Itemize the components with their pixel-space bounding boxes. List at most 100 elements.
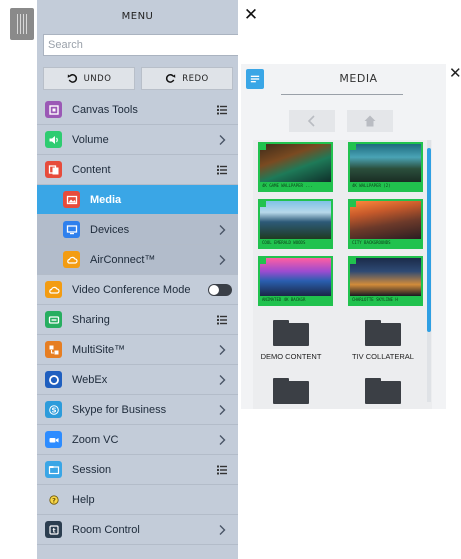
video-conference-toggle[interactable] — [208, 283, 232, 296]
chevron-left-icon — [307, 115, 315, 127]
chevron-right-icon — [219, 134, 226, 145]
scrollbar-thumb[interactable] — [427, 148, 431, 332]
open-submenu-button[interactable] — [212, 400, 232, 420]
webex-icon — [45, 371, 62, 388]
open-submenu-button[interactable] — [212, 220, 232, 240]
media-thumbnail[interactable]: CHARLOTTE SKYLINE H — [348, 256, 423, 306]
menu-item-media[interactable]: Media — [37, 185, 238, 215]
folder-icon — [273, 378, 309, 404]
undo-redo-bar: UNDO REDO — [43, 67, 233, 90]
open-submenu-button[interactable] — [212, 520, 232, 540]
media-grid: 4K GAME WALLPAPER ... 4K WALLPAPER (2) COO… — [253, 140, 432, 409]
menu-item-label: Canvas Tools — [72, 103, 138, 116]
media-folder[interactable] — [253, 378, 331, 409]
media-thumbnail[interactable]: ANIMATED 4K BACKGR — [258, 256, 333, 306]
media-folder[interactable]: TIV COLLATERAL — [343, 320, 423, 361]
expand-list-button[interactable] — [212, 160, 232, 180]
menu-item-room-control[interactable]: t Room Control — [37, 515, 238, 545]
sharing-icon — [45, 311, 62, 328]
media-panel-icon — [246, 69, 264, 89]
folder-icon — [365, 320, 401, 346]
svg-text:t: t — [52, 527, 55, 534]
media-thumbnail[interactable]: CITY BACKGROUNDS — [348, 199, 423, 249]
menu-item-content[interactable]: Content — [37, 155, 238, 185]
media-header: MEDIA — [241, 64, 446, 94]
list-icon — [217, 465, 227, 474]
open-submenu-button[interactable] — [212, 430, 232, 450]
menu-item-label: Media — [90, 193, 122, 206]
session-icon — [45, 461, 62, 478]
canvas-tools-icon — [45, 101, 62, 118]
media-folder[interactable] — [343, 378, 423, 409]
folder-icon — [365, 378, 401, 404]
content-icon — [45, 161, 62, 178]
menu-item-skype-for-business[interactable]: S Skype for Business — [37, 395, 238, 425]
home-icon — [364, 115, 376, 127]
expand-list-button[interactable] — [212, 310, 232, 330]
media-thumbnail[interactable]: 4K WALLPAPER (2) — [348, 142, 423, 192]
open-submenu-button[interactable] — [212, 130, 232, 150]
menu-item-label: Sharing — [72, 313, 110, 326]
menu-item-label: Volume — [72, 133, 109, 146]
multisite-icon — [45, 341, 62, 358]
media-thumbnail[interactable]: 4K GAME WALLPAPER ... — [258, 142, 333, 192]
undo-label: UNDO — [83, 73, 112, 84]
menu-item-devices[interactable]: Devices — [37, 215, 238, 245]
open-submenu-button[interactable] — [212, 340, 232, 360]
thumbnail-caption: COOL EMERALD WOODS — [262, 240, 306, 245]
select-marker — [348, 256, 356, 264]
open-submenu-button[interactable] — [212, 370, 232, 390]
select-marker — [348, 199, 356, 207]
redo-button[interactable]: REDO — [141, 67, 233, 90]
media-thumbnail[interactable]: COOL EMERALD WOODS — [258, 199, 333, 249]
menu-item-airconnect[interactable]: AirConnect™ — [37, 245, 238, 275]
thumbnail-caption: CHARLOTTE SKYLINE H — [352, 297, 398, 302]
menu-item-session[interactable]: Session — [37, 455, 238, 485]
back-button[interactable] — [289, 110, 335, 132]
folder-icon — [273, 320, 309, 346]
expand-list-button[interactable] — [212, 460, 232, 480]
select-marker — [258, 199, 266, 207]
menu-item-label: Zoom VC — [72, 433, 119, 446]
select-marker — [348, 142, 356, 150]
menu-item-video-conference-mode[interactable]: Video Conference Mode — [37, 275, 238, 305]
devices-icon — [63, 221, 80, 238]
media-title: MEDIA — [339, 72, 378, 85]
menu-item-canvas-tools[interactable]: Canvas Tools — [37, 95, 238, 125]
menu-item-label: Video Conference Mode — [72, 283, 191, 296]
home-button[interactable] — [347, 110, 393, 132]
media-folder[interactable]: DEMO CONTENT — [253, 320, 331, 361]
menu-item-multisite[interactable]: MultiSite™ — [37, 335, 238, 365]
svg-text:S: S — [51, 406, 56, 414]
chevron-right-icon — [219, 404, 226, 415]
chevron-right-icon — [219, 434, 226, 445]
room-control-icon: t — [45, 521, 62, 538]
drag-handle[interactable] — [10, 8, 34, 40]
redo-label: REDO — [182, 73, 209, 84]
menu-item-help[interactable]: ? Help — [37, 485, 238, 515]
menu-item-zoom-vc[interactable]: Zoom VC — [37, 425, 238, 455]
thumbnail-image — [260, 258, 331, 296]
skype-icon: S — [45, 401, 62, 418]
divider — [281, 94, 403, 95]
chevron-right-icon — [219, 374, 226, 385]
close-media-button[interactable]: ✕ — [449, 64, 461, 82]
search-input[interactable] — [43, 34, 238, 56]
menu-item-volume[interactable]: Volume — [37, 125, 238, 155]
toggle-knob — [209, 284, 219, 295]
menu-item-label: Session — [72, 463, 112, 476]
close-menu-button[interactable]: ✕ — [242, 6, 260, 24]
menu-item-webex[interactable]: WebEx — [37, 365, 238, 395]
menu-item-sharing[interactable]: Sharing — [37, 305, 238, 335]
open-submenu-button[interactable] — [212, 250, 232, 270]
select-marker — [258, 256, 266, 264]
undo-button[interactable]: UNDO — [43, 67, 135, 90]
redo-icon — [166, 74, 176, 83]
folder-label: DEMO CONTENT — [260, 352, 322, 361]
expand-list-button[interactable] — [212, 100, 232, 120]
chevron-right-icon — [219, 524, 226, 535]
thumbnail-image — [260, 144, 331, 182]
folder-label: TIV COLLATERAL — [352, 352, 414, 361]
thumbnail-image — [350, 201, 421, 239]
menu-item-label: Room Control — [72, 523, 140, 536]
